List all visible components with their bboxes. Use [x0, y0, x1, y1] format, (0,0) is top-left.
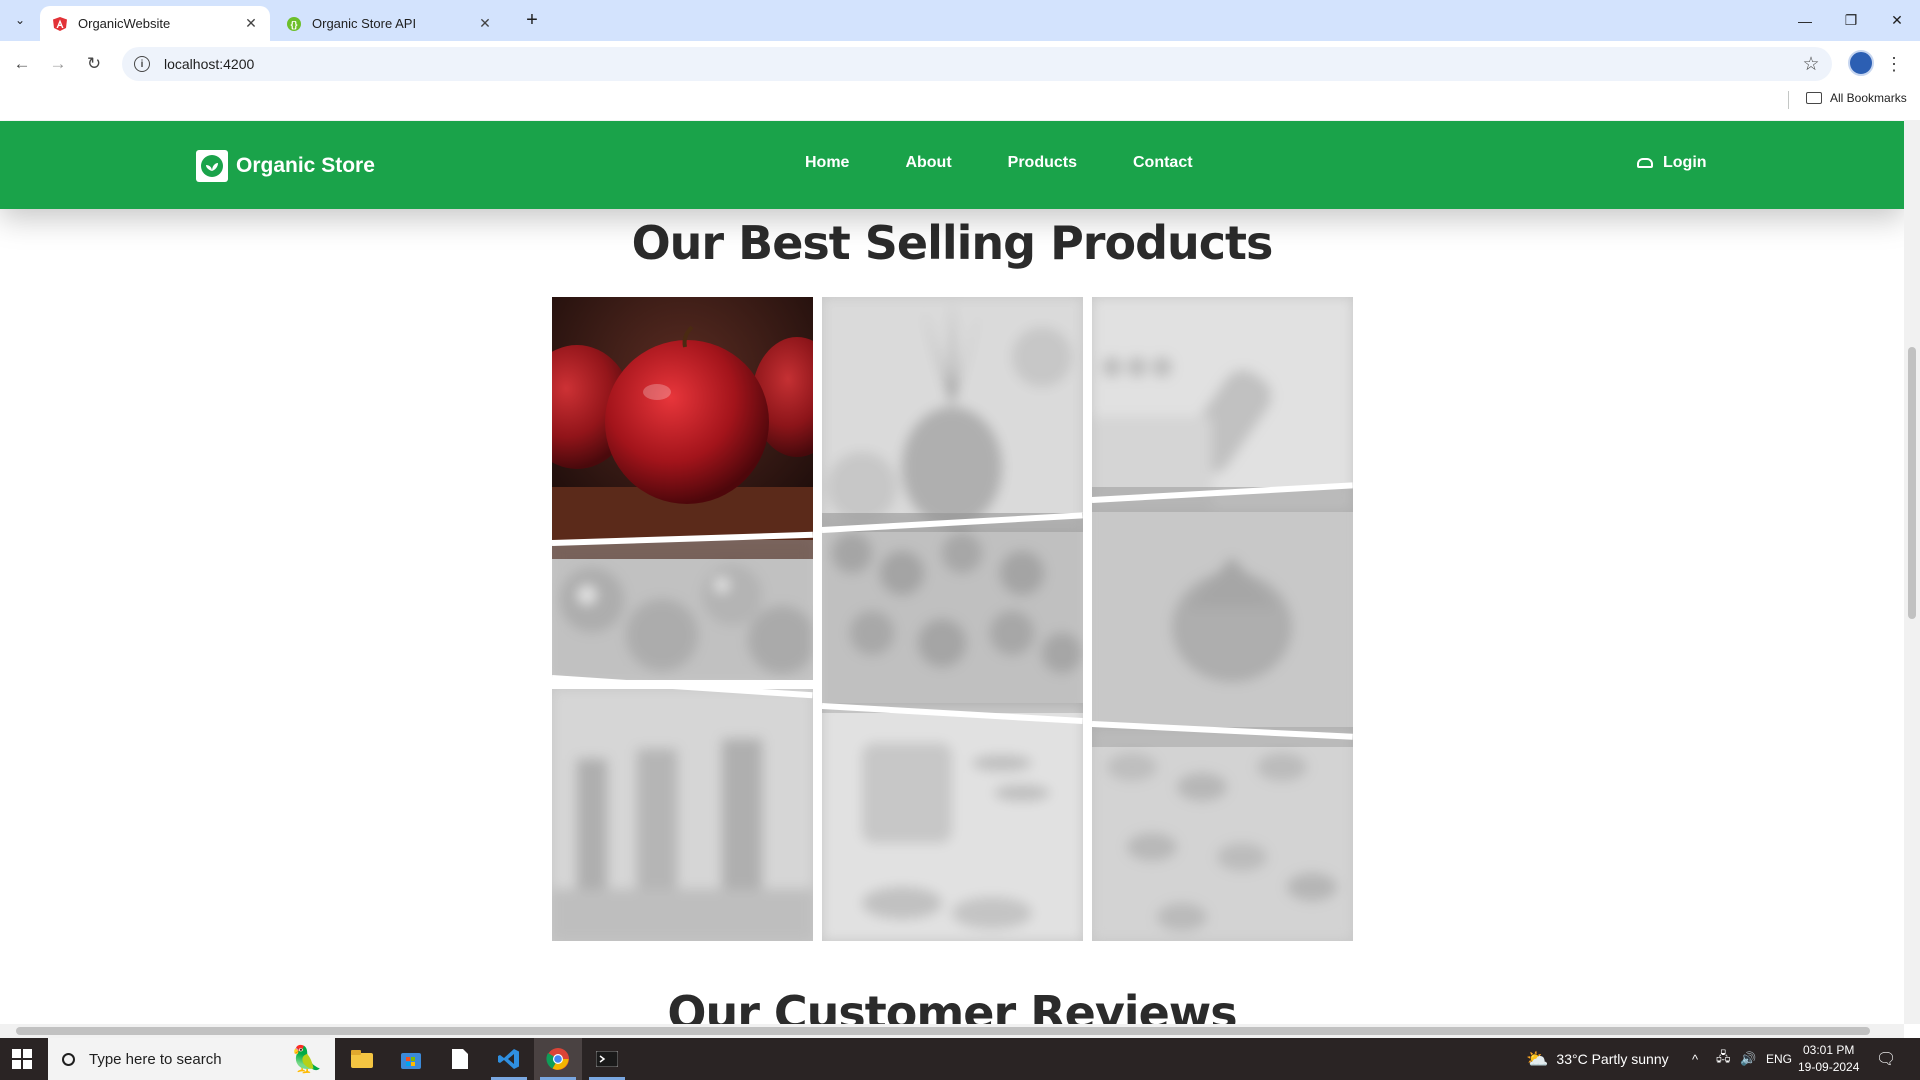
- gallery-item-oil-bottles[interactable]: [552, 689, 813, 941]
- login-label: Login: [1663, 154, 1707, 171]
- gallery-item-spice-jar[interactable]: [1092, 297, 1353, 512]
- nav-contact[interactable]: Contact: [1133, 154, 1193, 172]
- show-hidden-icons[interactable]: ^: [1692, 1038, 1698, 1080]
- gallery-item-tomatoes[interactable]: [552, 540, 813, 680]
- horizontal-scroll-thumb[interactable]: [16, 1027, 1870, 1035]
- leaf-logo-icon: [196, 150, 228, 182]
- vertical-scrollbar[interactable]: [1904, 120, 1920, 1024]
- close-window-button[interactable]: ✕: [1874, 0, 1920, 41]
- address-bar[interactable]: i localhost:4200: [122, 47, 1832, 81]
- network-icon[interactable]: 🖧: [1716, 1038, 1731, 1080]
- browser-menu-icon[interactable]: ⋮: [1884, 50, 1904, 78]
- nav-products[interactable]: Products: [1008, 154, 1077, 172]
- gallery-item-apple[interactable]: [552, 297, 813, 559]
- bookmarks-label: All Bookmarks: [1830, 91, 1907, 105]
- apple-image: [552, 297, 813, 559]
- partly-sunny-icon: ⛅: [1526, 1048, 1549, 1069]
- gallery-item-pineapple[interactable]: [822, 297, 1083, 532]
- parrot-mascot-icon: 🦜: [290, 1044, 323, 1074]
- tab-organicwebsite[interactable]: OrganicWebsite ✕: [40, 6, 270, 41]
- site-info-icon[interactable]: i: [134, 56, 150, 72]
- login-icon: [1637, 158, 1653, 168]
- close-tab-icon[interactable]: ✕: [476, 15, 494, 33]
- gallery-item-almonds[interactable]: [1092, 727, 1353, 941]
- search-icon: [62, 1052, 75, 1066]
- clock-date: 19-09-2024: [1798, 1060, 1860, 1074]
- profile-avatar[interactable]: [1848, 50, 1874, 76]
- notifications-icon[interactable]: 🗨: [1876, 1038, 1896, 1080]
- clock-time: 03:01 PM: [1803, 1043, 1855, 1057]
- taskbar-search-box[interactable]: Type here to search 🦜: [48, 1038, 335, 1080]
- brand-name: Organic Store: [236, 154, 375, 177]
- weather-text: 33°C Partly sunny: [1556, 1051, 1669, 1067]
- all-bookmarks-button[interactable]: All Bookmarks: [1806, 91, 1907, 105]
- page-viewport: Organic Store Home About Products Contac…: [0, 120, 1904, 1024]
- bookmarks-divider: [1788, 91, 1789, 109]
- minimize-button[interactable]: —: [1782, 0, 1828, 41]
- reload-button[interactable]: ↻: [80, 50, 108, 78]
- vscode-icon[interactable]: [485, 1038, 533, 1080]
- folder-icon: [1806, 92, 1822, 104]
- nav-about[interactable]: About: [905, 154, 951, 172]
- tab-organic-store-api[interactable]: {} Organic Store API ✕: [274, 6, 504, 41]
- restore-button[interactable]: ❐: [1828, 0, 1874, 41]
- customer-reviews-title: Our Customer Reviews: [667, 986, 1237, 1024]
- product-gallery: [551, 297, 1353, 941]
- forward-button[interactable]: →: [44, 50, 72, 78]
- tab-title: OrganicWebsite: [78, 16, 171, 31]
- taskbar-clock[interactable]: 03:01 PM 19-09-2024: [1798, 1042, 1859, 1076]
- angular-icon: [53, 16, 67, 31]
- windows-taskbar: Type here to search 🦜 ⛅ 33°C Partly sunn…: [0, 1038, 1920, 1080]
- tab-title: Organic Store API: [312, 16, 417, 31]
- notepad-icon[interactable]: [436, 1038, 484, 1080]
- nav-home[interactable]: Home: [805, 154, 849, 172]
- vertical-scroll-thumb[interactable]: [1908, 347, 1916, 619]
- gallery-item-cherry-tomatoes[interactable]: [822, 513, 1083, 713]
- weather-widget[interactable]: ⛅ 33°C Partly sunny: [1526, 1038, 1669, 1080]
- main-nav: Home About Products Contact: [805, 154, 1249, 172]
- browser-toolbar: ← → ↻ i localhost:4200 ☆ ⋮ All Bookmarks: [0, 41, 1920, 125]
- microsoft-store-icon[interactable]: [387, 1038, 435, 1080]
- new-tab-button[interactable]: +: [520, 8, 544, 32]
- gallery-item-nuts-jar[interactable]: [822, 703, 1083, 941]
- back-button[interactable]: ←: [8, 50, 36, 78]
- api-icon: {}: [287, 16, 301, 31]
- gallery-item-artichoke[interactable]: [1092, 487, 1353, 747]
- file-explorer-icon[interactable]: [338, 1038, 386, 1080]
- site-header: Organic Store Home About Products Contac…: [0, 121, 1904, 209]
- svg-text:{}: {}: [290, 19, 298, 29]
- search-placeholder: Type here to search: [89, 1050, 222, 1068]
- windows-start-icon[interactable]: [12, 1049, 32, 1069]
- url-text: localhost:4200: [164, 56, 255, 72]
- tab-search-icon[interactable]: ⌄: [8, 8, 32, 32]
- terminal-icon[interactable]: [583, 1038, 631, 1080]
- horizontal-scrollbar[interactable]: [0, 1024, 1904, 1038]
- bookmark-star-icon[interactable]: ☆: [1797, 50, 1825, 78]
- best-selling-title: Our Best Selling Products: [631, 216, 1274, 270]
- login-button[interactable]: Login: [1637, 154, 1707, 172]
- brand-logo[interactable]: Organic Store: [196, 150, 375, 182]
- volume-icon[interactable]: 🔊: [1740, 1038, 1756, 1080]
- chrome-icon[interactable]: [534, 1038, 582, 1080]
- close-tab-icon[interactable]: ✕: [242, 15, 260, 33]
- language-indicator[interactable]: ENG: [1766, 1038, 1792, 1080]
- browser-tab-strip: ⌄ OrganicWebsite ✕ {} Organic Store API …: [0, 0, 1920, 41]
